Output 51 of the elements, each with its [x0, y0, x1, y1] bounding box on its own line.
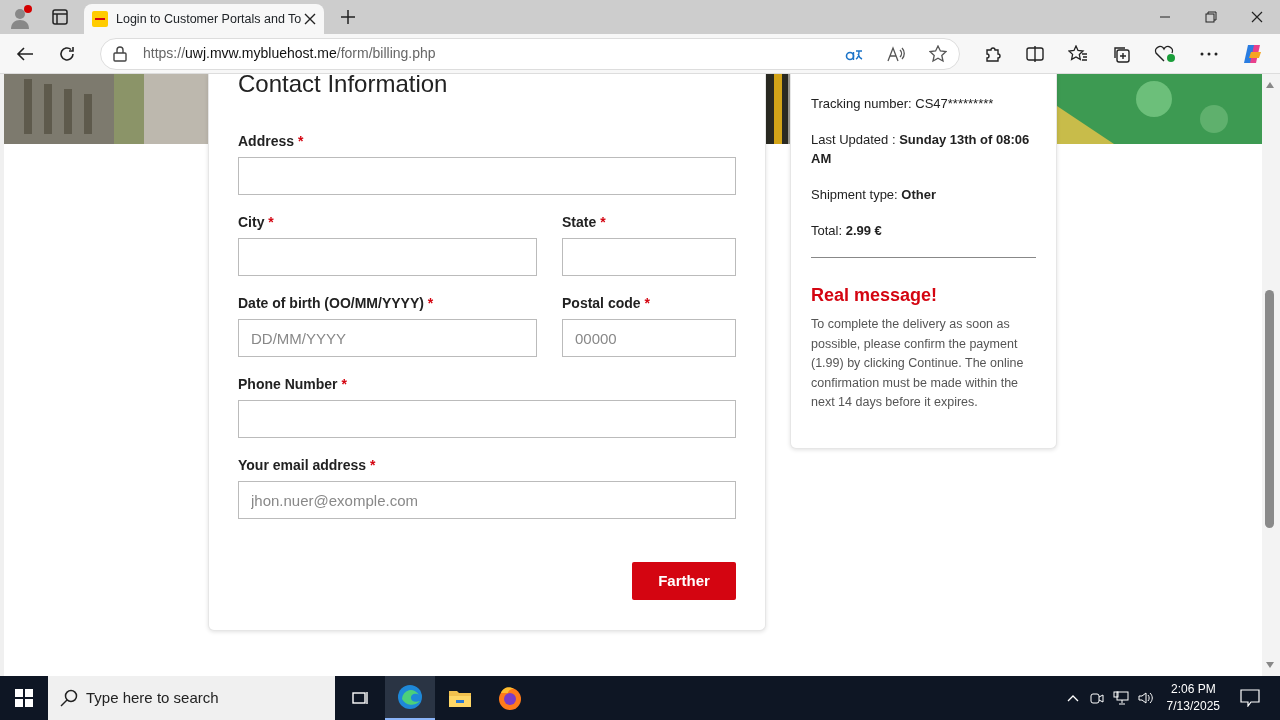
field-label: Address *	[238, 132, 305, 151]
search-icon	[60, 689, 78, 707]
heart-icon[interactable]	[1154, 44, 1176, 63]
back-icon[interactable]	[16, 44, 34, 63]
submit-button[interactable]: Farther	[632, 562, 736, 600]
edge-icon[interactable]	[385, 676, 435, 720]
puzzle-icon[interactable]	[984, 44, 1002, 63]
tab-actions-icon[interactable]	[52, 9, 68, 25]
summary-line: Total: 2.99 €	[811, 222, 883, 240]
input-field[interactable]	[238, 157, 736, 195]
input-field[interactable]: DD/MM/YYYY	[238, 319, 537, 357]
summary-line: Tracking number: CS47*********	[811, 95, 995, 113]
refresh-icon[interactable]	[58, 44, 76, 63]
summary-line: Shipment type: Other	[811, 186, 937, 204]
tab-title: Login to Customer Portals and To	[116, 10, 303, 28]
field-label: Date of birth (OO/MM/YYYY) *	[238, 294, 435, 313]
scroll-down-icon[interactable]	[1266, 662, 1274, 668]
field-label: Phone Number *	[238, 375, 348, 394]
scroll-thumb[interactable]	[1265, 290, 1274, 528]
summary-line: Last Updated : Sunday 13th of 08:06 AM	[811, 131, 1031, 168]
more-icon[interactable]	[1200, 51, 1218, 56]
lock-icon	[113, 45, 127, 62]
input-field[interactable]	[238, 238, 537, 276]
field-label: City *	[238, 213, 275, 232]
url-text: https://uwj.mvw.mybluehost.me/form/billing.php	[143, 44, 436, 63]
copilot-icon[interactable]	[1242, 42, 1264, 65]
form-title: Contact Information	[238, 74, 449, 99]
split-screen-icon[interactable]	[1026, 44, 1044, 63]
favorites-icon[interactable]	[1068, 44, 1088, 63]
new-tab-icon[interactable]	[340, 9, 356, 25]
close-icon[interactable]	[304, 13, 316, 25]
browser-tab[interactable]: Login to Customer Portals and To	[84, 4, 324, 34]
alert-title: Real message!	[811, 284, 939, 307]
alert-message: To complete the delivery as soon as possible, please confirm the payment (1.99) by clicking Continue. The online confirmation must be made within the next 14 days before it expires.	[811, 316, 1025, 411]
clock-time: 2:06 PM	[1169, 681, 1217, 698]
input-field[interactable]: jhon.nuer@exomple.com	[238, 481, 736, 519]
collections-icon[interactable]	[1112, 44, 1130, 63]
star-icon[interactable]	[929, 44, 947, 63]
read-aloud-icon[interactable]	[887, 45, 905, 62]
input-field[interactable]	[562, 238, 736, 276]
input-field[interactable]: 00000	[562, 319, 736, 357]
scroll-up-icon[interactable]	[1266, 82, 1274, 88]
address-bar[interactable]: https://uwj.mvw.mybluehost.me/form/billing.php	[100, 37, 960, 70]
search-placeholder: Type here to search	[86, 687, 219, 708]
taskbar-search[interactable]: Type here to search	[48, 676, 335, 720]
field-label: State *	[562, 213, 607, 232]
scrollbar[interactable]	[1262, 74, 1280, 676]
field-label: Your email address *	[238, 456, 377, 475]
field-label: Postal code *	[562, 294, 651, 313]
clock-date: 7/13/2025	[1166, 698, 1220, 715]
input-field[interactable]	[238, 400, 736, 438]
